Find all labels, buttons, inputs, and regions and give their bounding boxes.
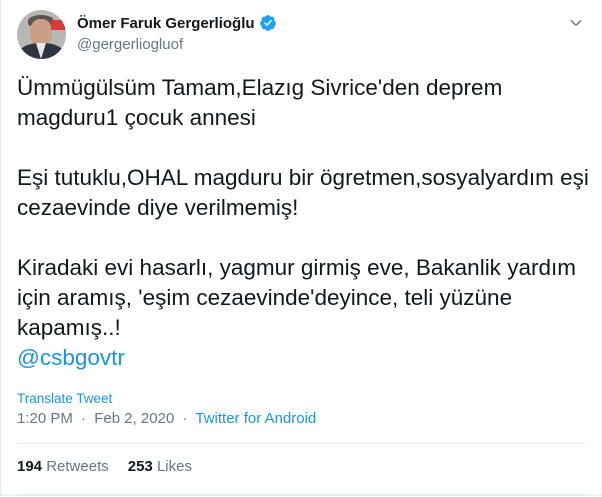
- author-name[interactable]: Ömer Faruk Gergerlioğlu: [77, 15, 255, 32]
- tweet-source-link[interactable]: Twitter for Android: [195, 410, 316, 427]
- retweets-label: Retweets: [46, 458, 109, 475]
- verified-badge-icon: [259, 15, 276, 31]
- likes-label: Likes: [156, 458, 192, 475]
- retweets-stat[interactable]: 194 Retweets: [17, 458, 109, 475]
- tweet-time[interactable]: 1:20 PM: [17, 410, 73, 427]
- tweet-date[interactable]: Feb 2, 2020: [94, 410, 174, 427]
- tweet-meta: 1:20 PM · Feb 2, 2020 · Twitter for Andr…: [17, 410, 316, 427]
- meta-separator: ·: [182, 410, 188, 427]
- likes-stat[interactable]: 253 Likes: [128, 458, 192, 475]
- avatar-face: [30, 19, 52, 46]
- retweets-count: 194: [17, 458, 43, 475]
- chevron-down-icon[interactable]: [569, 16, 583, 30]
- divider: [17, 494, 585, 495]
- author-handle[interactable]: @gergerliogluof: [77, 36, 183, 53]
- avatar-flag: [51, 20, 65, 30]
- author-name-row[interactable]: Ömer Faruk Gergerlioğlu: [77, 13, 277, 33]
- avatar[interactable]: [17, 10, 66, 59]
- translate-tweet-link[interactable]: Translate Tweet: [17, 391, 112, 406]
- tweet-text: Ümmügülsüm Tamam,Elazıg Sivrice'den depr…: [17, 75, 589, 340]
- tweet-card: Ömer Faruk Gergerlioğlu @gergerliogluof …: [0, 0, 602, 496]
- divider: [17, 443, 585, 444]
- mention-link[interactable]: @csbgovtr: [17, 343, 125, 373]
- tweet-stats: 194 Retweets 253 Likes: [17, 458, 192, 475]
- meta-separator: ·: [81, 410, 87, 427]
- likes-count: 253: [127, 458, 153, 475]
